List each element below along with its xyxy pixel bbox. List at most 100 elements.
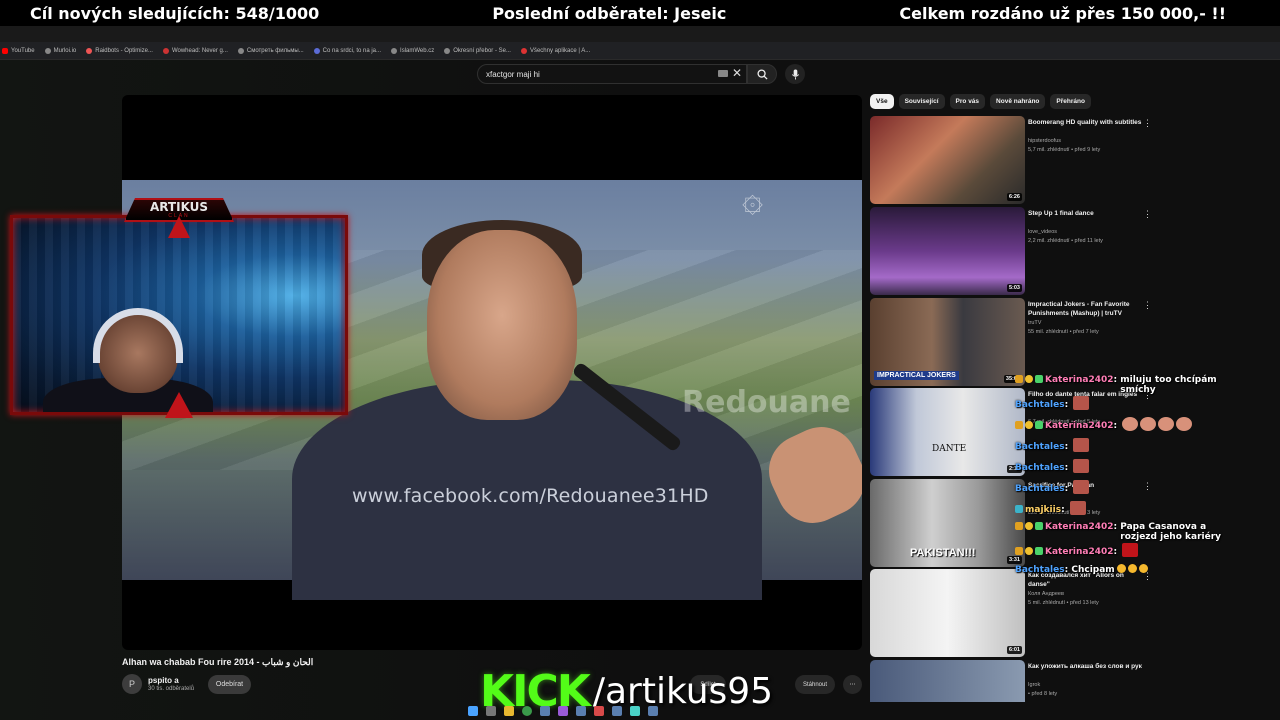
recommendation-title[interactable]: Boomerang HD quality with subtitles: [1028, 118, 1143, 127]
recommendation-channel[interactable]: love_videos: [1028, 229, 1057, 235]
emote-icon: [1073, 480, 1090, 494]
chat-message: Bachtales:: [1015, 438, 1255, 459]
windows-start-icon[interactable]: [468, 706, 478, 716]
video-duration: 6:26: [1006, 193, 1022, 201]
sparkle-badge-icon: [1035, 421, 1043, 429]
bookmark-co-na-srdci[interactable]: Co na srdci, to na ja...: [313, 47, 381, 54]
more-icon: ⋯: [849, 682, 856, 688]
last-subscriber: Poslední odběratel: Jeseic: [492, 3, 727, 23]
bookmark-murloi[interactable]: Murloi.io: [44, 47, 76, 54]
coin-badge-icon: [1025, 522, 1033, 530]
chat-username: majkiis: [1025, 505, 1062, 515]
chip-for-you[interactable]: Pro vás: [949, 94, 986, 109]
kebab-menu-icon[interactable]: ⋮: [1143, 118, 1152, 129]
recommendation-title[interactable]: Как уложить алкаша без слов и рук: [1028, 662, 1143, 671]
video-thumbnail[interactable]: IMPRACTICAL JOKERS 35:01: [870, 298, 1025, 386]
emote-icon: [1073, 459, 1090, 473]
kebab-menu-icon[interactable]: ⋮: [1143, 209, 1152, 220]
recommendation-meta: • před 8 lety: [1028, 691, 1058, 697]
channel-avatar[interactable]: P: [122, 674, 142, 694]
app-icon[interactable]: [594, 706, 604, 716]
keyboard-icon[interactable]: [718, 70, 728, 77]
voice-search-button[interactable]: [785, 64, 805, 84]
bookmark-okresni-prebor[interactable]: Okresní přebor - Se...: [444, 47, 511, 54]
chat-message: Katerina2402:: [1015, 543, 1255, 564]
subscribe-button[interactable]: Odebírat: [208, 675, 251, 694]
more-actions-button[interactable]: ⋯: [843, 675, 862, 694]
coin-badge-icon: [1025, 375, 1033, 383]
emote-icon: [1073, 438, 1090, 452]
search-icon[interactable]: [486, 706, 496, 716]
app-icon[interactable]: [612, 706, 622, 716]
video-thumbnail[interactable]: [870, 660, 1025, 702]
video-person-face: [427, 230, 577, 420]
sub-badge-icon: [1015, 547, 1023, 555]
bookmark-all-apps[interactable]: Všechny aplikace | A...: [520, 47, 590, 54]
recommendation-item[interactable]: 5:03 Step Up 1 final dance love_videos 2…: [870, 207, 1170, 295]
chat-message: Katerina2402:: [1015, 417, 1255, 438]
chat-username: Katerina2402: [1045, 522, 1114, 532]
app-icon[interactable]: [540, 706, 550, 716]
bookmark-raidbots[interactable]: Raidbots - Optimize...: [86, 47, 153, 54]
grin-emoji-icon: [1127, 564, 1137, 573]
recommendation-item[interactable]: 6:26 Boomerang HD quality with subtitles…: [870, 116, 1170, 204]
bookmark-wowhead[interactable]: Wowhead: Never g...: [162, 47, 228, 54]
video-title: Alhan wa chabab Fou rire 2014 - الحان و …: [122, 657, 314, 667]
channel-name[interactable]: pspito a: [148, 676, 179, 685]
site-icon: [520, 47, 527, 54]
recommendation-channel[interactable]: hipsterdoofus: [1028, 138, 1061, 144]
video-overlay-text: Redouane: [682, 385, 851, 420]
recommendation-meta: 55 mil. zhlédnutí • před 7 lety: [1028, 329, 1099, 335]
recommendation-channel[interactable]: Igrok: [1028, 682, 1040, 688]
emote-icon: [1176, 417, 1193, 431]
chip-recently-uploaded[interactable]: Nově nahráno: [990, 94, 1046, 109]
clear-search-icon[interactable]: ✕: [732, 66, 742, 80]
recommendation-title[interactable]: Impractical Jokers - Fan Favorite Punish…: [1028, 300, 1143, 318]
recommendation-item[interactable]: Как уложить алкаша без слов и рук Igrok …: [870, 660, 1170, 702]
recommendation-title[interactable]: Step Up 1 final dance: [1028, 209, 1143, 218]
folder-icon[interactable]: [504, 706, 514, 716]
thumbnail-label: IMPRACTICAL JOKERS: [874, 371, 959, 380]
app-icon[interactable]: [576, 706, 586, 716]
chip-all[interactable]: Vše: [870, 94, 894, 109]
recommendation-meta: 5,7 mil. zhlédnutí • před 9 lety: [1028, 147, 1101, 153]
coin-badge-icon: [1025, 547, 1033, 555]
chip-related[interactable]: Související: [898, 94, 945, 109]
app-icon[interactable]: [558, 706, 568, 716]
bookmark-islamweb[interactable]: IslamWeb.cz: [391, 47, 434, 54]
download-button[interactable]: Stáhnout: [795, 675, 835, 694]
emote-icon: [1158, 417, 1175, 431]
emote-icon: [1140, 417, 1157, 431]
search-button[interactable]: [747, 64, 777, 84]
video-thumbnail[interactable]: PAKISTAN!!! 3:31: [870, 479, 1025, 567]
video-thumbnail[interactable]: 5:03: [870, 207, 1025, 295]
video-thumbnail[interactable]: DANTE 2:19: [870, 388, 1025, 476]
globe-icon: [391, 47, 398, 54]
app-icon[interactable]: [648, 706, 658, 716]
chip-watched[interactable]: Přehráno: [1050, 94, 1091, 109]
chat-message: Bachtales:: [1015, 480, 1255, 501]
emote-icon: [1122, 417, 1139, 431]
video-duration: 5:03: [1006, 284, 1022, 292]
recommendation-channel[interactable]: truTV: [1028, 320, 1041, 326]
chat-message: Bachtales:: [1015, 396, 1255, 417]
thumbnail-label: PAKISTAN!!!: [910, 547, 976, 559]
recommendation-meta: 5 mil. zhlédnutí • před 13 lety: [1028, 600, 1099, 606]
sub-badge-icon: [1015, 522, 1023, 530]
bookmark-youtube[interactable]: YouTube: [2, 47, 35, 54]
giveaway-total: Celkem rozdáno už přes 150 000,- !!: [899, 3, 1226, 23]
video-thumbnail[interactable]: 6:26: [870, 116, 1025, 204]
chat-username: Bachtales: [1015, 400, 1065, 410]
app-icon[interactable]: [630, 706, 640, 716]
kebab-menu-icon[interactable]: ⋮: [1143, 300, 1152, 311]
search-input[interactable]: xfactgor maji hi: [477, 64, 747, 84]
site-icon: [162, 47, 169, 54]
chrome-icon[interactable]: [522, 706, 532, 716]
recommendation-channel[interactable]: Коля Андреев: [1028, 591, 1064, 597]
video-thumbnail[interactable]: 6:01: [870, 569, 1025, 657]
chat-username: Katerina2402: [1045, 547, 1114, 557]
chat-overlay: Katerina2402: miluju too chcípám smíchy …: [1015, 375, 1255, 585]
sub-badge-icon: [1015, 421, 1023, 429]
bookmark-films[interactable]: Смотреть фильмы...: [237, 47, 304, 54]
recommendation-item[interactable]: IMPRACTICAL JOKERS 35:01 Impractical Jok…: [870, 298, 1170, 386]
